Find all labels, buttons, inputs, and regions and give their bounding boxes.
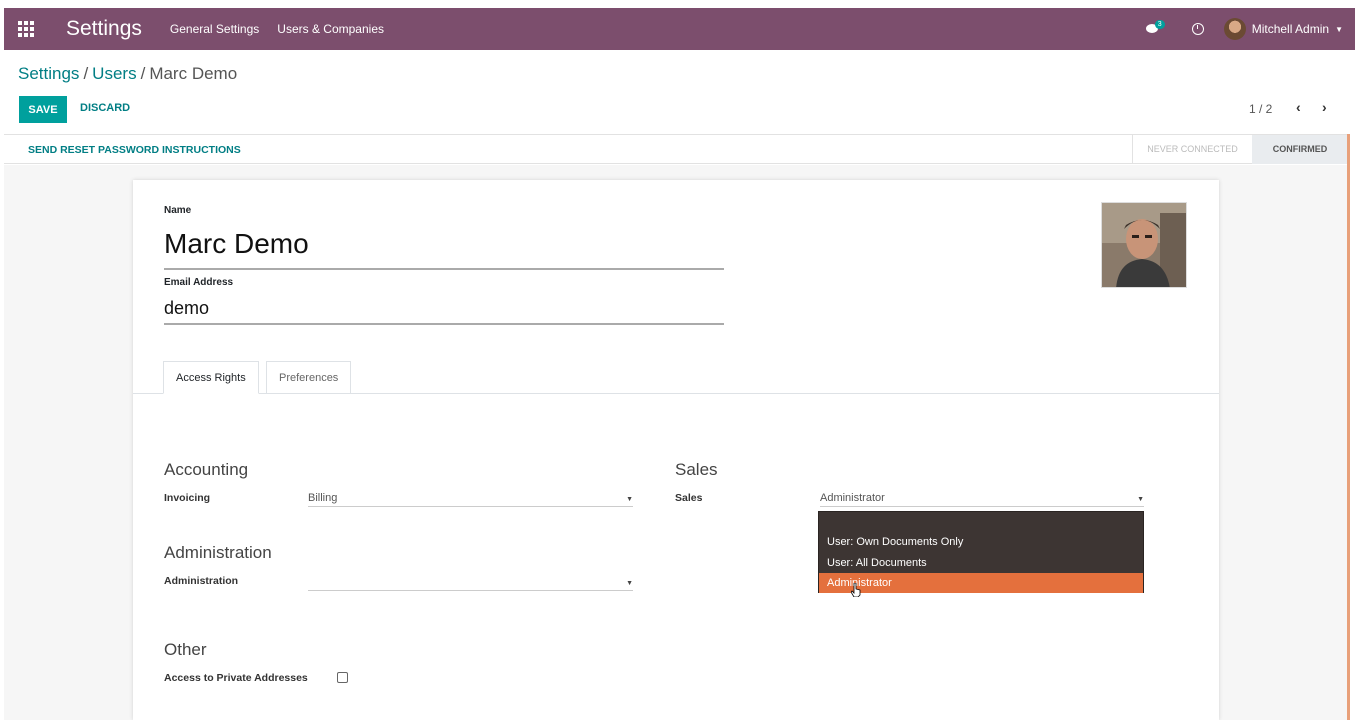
top-bar-strip: Settings General Settings Users & Compan…: [0, 0, 1355, 50]
app-title[interactable]: Settings: [66, 17, 142, 41]
invoicing-select[interactable]: Billing ▼: [308, 491, 633, 507]
sales-select[interactable]: Administrator ▼: [820, 491, 1144, 507]
main-navbar: Settings General Settings Users & Compan…: [4, 8, 1355, 50]
dropdown-option-all-documents[interactable]: User: All Documents: [819, 553, 1143, 573]
invoicing-label: Invoicing: [164, 492, 211, 504]
name-label: Name: [164, 205, 192, 216]
group-administration-title: Administration: [164, 543, 272, 562]
sales-label: Sales: [675, 492, 703, 504]
administration-select[interactable]: ▼: [308, 575, 633, 591]
caret-down-icon: ▼: [626, 580, 633, 587]
user-photo[interactable]: [1101, 202, 1187, 288]
dropdown-option-own-documents[interactable]: User: Own Documents Only: [819, 532, 1143, 552]
invoicing-value: Billing: [308, 492, 338, 504]
scroll-edge: [1347, 134, 1350, 720]
dropdown-option-administrator[interactable]: Administrator: [819, 573, 1143, 593]
caret-down-icon: ▼: [1335, 24, 1343, 34]
breadcrumb-current: Marc Demo: [149, 64, 238, 83]
stage-confirmed: CONFIRMED: [1252, 135, 1348, 164]
clock-icon[interactable]: [1191, 23, 1204, 35]
chevron-left-icon[interactable]: ‹: [1296, 99, 1301, 115]
form-sheet: Name Marc Demo Email Address demo Access…: [133, 180, 1219, 720]
user-menu[interactable]: Mitchell Admin ▼: [1223, 18, 1343, 40]
breadcrumb-settings[interactable]: Settings: [18, 64, 79, 83]
caret-down-icon: ▼: [1137, 496, 1144, 503]
email-label: Email Address: [164, 277, 234, 288]
group-sales-title: Sales: [675, 460, 718, 479]
avatar: [1223, 18, 1246, 40]
caret-down-icon: ▼: [626, 496, 633, 503]
breadcrumb: Settings / Users / Marc Demo: [18, 64, 238, 83]
status-bar: SEND RESET PASSWORD INSTRUCTIONS NEVER C…: [4, 134, 1348, 164]
user-name: Mitchell Admin: [1251, 22, 1330, 36]
menu-users-companies[interactable]: Users & Companies: [277, 22, 384, 36]
discard-button[interactable]: DISCARD: [80, 102, 130, 114]
name-field[interactable]: Marc Demo: [164, 226, 724, 270]
email-field[interactable]: demo: [164, 295, 724, 325]
pointer-cursor-icon: [851, 583, 861, 597]
private-addresses-checkbox[interactable]: [337, 672, 348, 683]
save-button[interactable]: SAVE: [19, 96, 67, 123]
tab-access-rights[interactable]: Access Rights: [163, 361, 259, 394]
private-addresses-label: Access to Private Addresses: [164, 672, 308, 684]
group-other-title: Other: [164, 640, 207, 659]
breadcrumb-users[interactable]: Users: [92, 64, 136, 83]
group-accounting-title: Accounting: [164, 460, 249, 479]
apps-icon[interactable]: [18, 21, 34, 37]
chat-count-badge: 3: [1154, 20, 1165, 29]
administration-label: Administration: [164, 575, 239, 587]
chat-icon[interactable]: 3: [1145, 20, 1165, 35]
pager-value[interactable]: 1 / 2: [1249, 102, 1272, 116]
menu-general-settings[interactable]: General Settings: [170, 22, 259, 36]
send-reset-password-button[interactable]: SEND RESET PASSWORD INSTRUCTIONS: [28, 144, 241, 156]
sales-value: Administrator: [820, 492, 885, 504]
sales-dropdown: User: Own Documents Only User: All Docum…: [818, 511, 1144, 593]
stage-never-connected: NEVER CONNECTED: [1132, 135, 1252, 164]
tab-preferences[interactable]: Preferences: [266, 361, 352, 394]
chevron-right-icon[interactable]: ›: [1322, 99, 1327, 115]
notebook-tabs: Access Rights Preferences: [133, 361, 1219, 394]
